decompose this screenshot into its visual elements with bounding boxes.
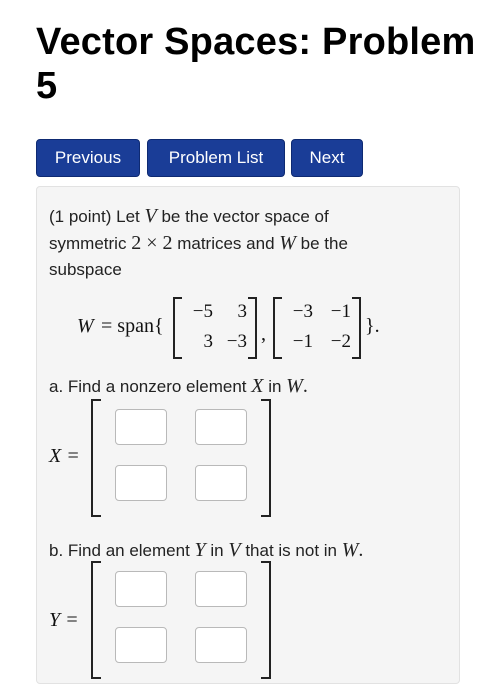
- var-x: X: [251, 375, 264, 397]
- y-label: Y =: [49, 609, 79, 632]
- matrix-cell: −1: [330, 301, 351, 322]
- answer-input-y-11[interactable]: [115, 571, 167, 607]
- answer-matrix-y: [91, 561, 271, 679]
- matrix-cell: 3: [237, 301, 248, 322]
- part-b-text: in: [210, 541, 224, 560]
- var-w: W: [286, 375, 303, 397]
- previous-button[interactable]: Previous: [36, 139, 140, 177]
- dims: 2 × 2: [131, 232, 173, 254]
- points-label: (1 point): [49, 207, 112, 226]
- problem-panel: (1 point) Let V be the vector space of s…: [36, 186, 460, 684]
- var-w: W: [279, 232, 296, 254]
- problem-statement: (1 point) Let V be the vector space of s…: [49, 203, 449, 283]
- var-v: V: [228, 539, 241, 561]
- matrix-cell: −1: [292, 331, 313, 352]
- page-title: Vector Spaces: Problem 5: [36, 21, 476, 107]
- matrix-cell: −3: [226, 331, 247, 352]
- matrix-cell: −3: [292, 301, 313, 322]
- span-close: }.: [365, 315, 380, 337]
- x-label: X =: [49, 445, 80, 468]
- statement-text: be the vector space of: [161, 207, 329, 226]
- matrix-cell: −5: [192, 301, 213, 322]
- matrix-cell: −2: [330, 331, 351, 352]
- statement-text: matrices and: [177, 234, 275, 253]
- answer-input-x-21[interactable]: [115, 465, 167, 501]
- part-b-text: b. Find an element: [49, 541, 190, 560]
- part-a-text: a. Find a nonzero element: [49, 377, 247, 396]
- matrix-cell: 3: [203, 331, 214, 352]
- span-formula: W = span{ −5 3 3 −3 , −3 −1 −1 −2 }.: [77, 297, 437, 359]
- part-b-text: that is not in: [245, 541, 337, 560]
- problem-list-button[interactable]: Problem List: [147, 139, 285, 177]
- answer-input-y-21[interactable]: [115, 627, 167, 663]
- answer-input-y-12[interactable]: [195, 571, 247, 607]
- matrix-2: −3 −1 −1 −2: [273, 297, 361, 359]
- x-equals: X =: [49, 445, 80, 467]
- answer-input-x-22[interactable]: [195, 465, 247, 501]
- part-b-question: b. Find an element Y in V that is not in…: [49, 537, 449, 564]
- answer-input-x-11[interactable]: [115, 409, 167, 445]
- var-v: V: [144, 205, 157, 227]
- statement-text: subspace: [49, 260, 122, 279]
- matrix-1: −5 3 3 −3: [173, 297, 257, 359]
- period: .: [302, 375, 308, 397]
- var-w: W: [341, 539, 359, 561]
- part-a-text: in: [268, 377, 282, 396]
- answer-input-x-12[interactable]: [195, 409, 247, 445]
- part-a-question: a. Find a nonzero element X in W.: [49, 373, 449, 400]
- next-button[interactable]: Next: [291, 139, 363, 177]
- answer-matrix-x: [91, 399, 271, 517]
- statement-text: Let: [116, 207, 140, 226]
- statement-text: symmetric: [49, 234, 127, 253]
- formula-lhs: W: [77, 315, 94, 337]
- answer-input-y-22[interactable]: [195, 627, 247, 663]
- y-equals: Y =: [49, 609, 79, 631]
- var-y: Y: [194, 539, 206, 561]
- comma: ,: [261, 323, 266, 345]
- statement-text: be the: [300, 234, 348, 253]
- span-text: = span{: [101, 315, 164, 337]
- period: .: [358, 539, 364, 561]
